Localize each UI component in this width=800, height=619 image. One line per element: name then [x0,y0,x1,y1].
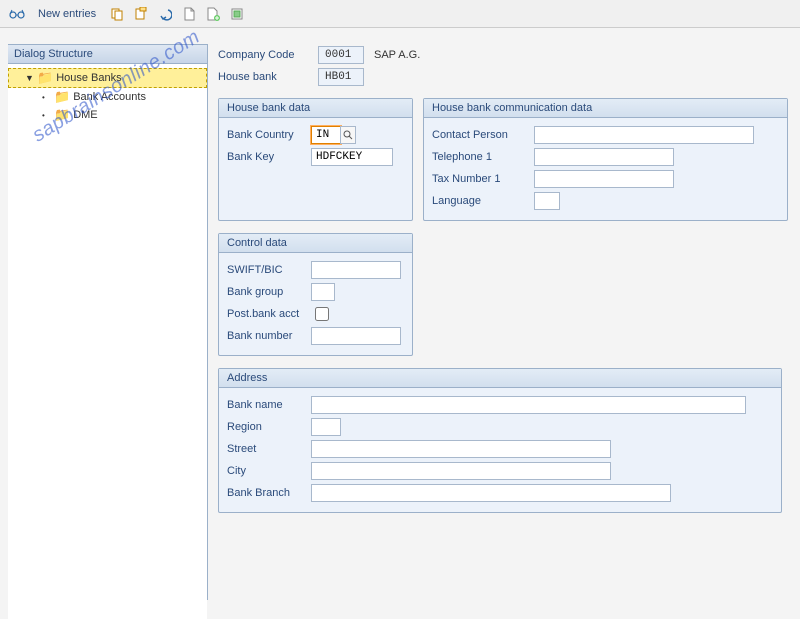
bank-branch-input[interactable] [311,484,671,502]
swift-label: SWIFT/BIC [227,264,311,276]
tree-label: DME [73,109,97,121]
bank-country-label: Bank Country [227,129,311,141]
tax-number1-label: Tax Number 1 [432,173,534,185]
bullet-icon: • [42,111,51,120]
copy-icon[interactable] [108,5,126,23]
swift-input[interactable] [311,261,401,279]
header-fields: Company Code 0001 SAP A.G. House bank HB… [218,44,788,88]
tree: ▼ 📁 House Banks • 📁 Bank Accounts • 📁 DM… [8,64,207,619]
city-label: City [227,465,311,477]
document-select-icon[interactable] [228,5,246,23]
content-area: Company Code 0001 SAP A.G. House bank HB… [208,28,800,600]
house-bank-label: House bank [218,71,318,83]
tree-label: House Banks [56,72,121,84]
copy-as-icon[interactable] [132,5,150,23]
tax-number1-input[interactable] [534,170,674,188]
bank-branch-label: Bank Branch [227,487,311,499]
contact-person-label: Contact Person [432,129,534,141]
region-label: Region [227,421,311,433]
bank-name-input[interactable] [311,396,746,414]
group-title: Address [219,369,781,388]
new-entries-button[interactable]: New entries [38,8,96,20]
region-input[interactable] [311,418,341,436]
bank-group-label: Bank group [227,286,311,298]
document-icon[interactable] [180,5,198,23]
bank-key-label: Bank Key [227,151,311,163]
toolbar: New entries [0,0,800,28]
tree-node-bank-accounts[interactable]: • 📁 Bank Accounts [8,88,207,106]
tree-label: Bank Accounts [73,91,146,103]
tree-node-dme[interactable]: • 📁 DME [8,106,207,124]
group-title: House bank data [219,99,412,118]
language-label: Language [432,195,534,207]
company-code-label: Company Code [218,49,318,61]
bank-name-label: Bank name [227,399,311,411]
telephone1-label: Telephone 1 [432,151,534,163]
street-label: Street [227,443,311,455]
bank-key-input[interactable] [311,148,393,166]
search-help-icon[interactable] [340,126,356,144]
company-code-desc: SAP A.G. [374,49,420,61]
folder-icon: 📁 [54,107,70,123]
company-code-value: 0001 [318,46,364,64]
expander-icon[interactable]: ▼ [25,73,34,83]
language-input[interactable] [534,192,560,210]
street-input[interactable] [311,440,611,458]
group-title: Control data [219,234,412,253]
document-add-icon[interactable] [204,5,222,23]
group-address: Address Bank name Region Street City [218,368,782,513]
tree-node-house-banks[interactable]: ▼ 📁 House Banks [8,68,207,88]
dialog-structure-panel: Dialog Structure ▼ 📁 House Banks • 📁 Ban… [8,44,208,600]
house-bank-value: HB01 [318,68,364,86]
bank-number-label: Bank number [227,330,311,342]
group-control-data: Control data SWIFT/BIC Bank group Post.b… [218,233,413,356]
glasses-icon[interactable] [8,5,26,23]
bank-number-input[interactable] [311,327,401,345]
folder-icon: 📁 [54,89,70,105]
group-title: House bank communication data [424,99,787,118]
post-bank-acct-label: Post.bank acct [227,308,311,320]
bank-country-input[interactable] [311,126,341,144]
group-house-bank-data: House bank data Bank Country Bank Key [218,98,413,221]
post-bank-acct-checkbox[interactable] [315,307,329,321]
group-house-bank-comm: House bank communication data Contact Pe… [423,98,788,221]
contact-person-input[interactable] [534,126,754,144]
city-input[interactable] [311,462,611,480]
undo-icon[interactable] [156,5,174,23]
folder-icon: 📁 [37,70,53,86]
bank-group-input[interactable] [311,283,335,301]
bullet-icon: • [42,93,51,102]
telephone1-input[interactable] [534,148,674,166]
sidebar-title: Dialog Structure [8,45,207,64]
